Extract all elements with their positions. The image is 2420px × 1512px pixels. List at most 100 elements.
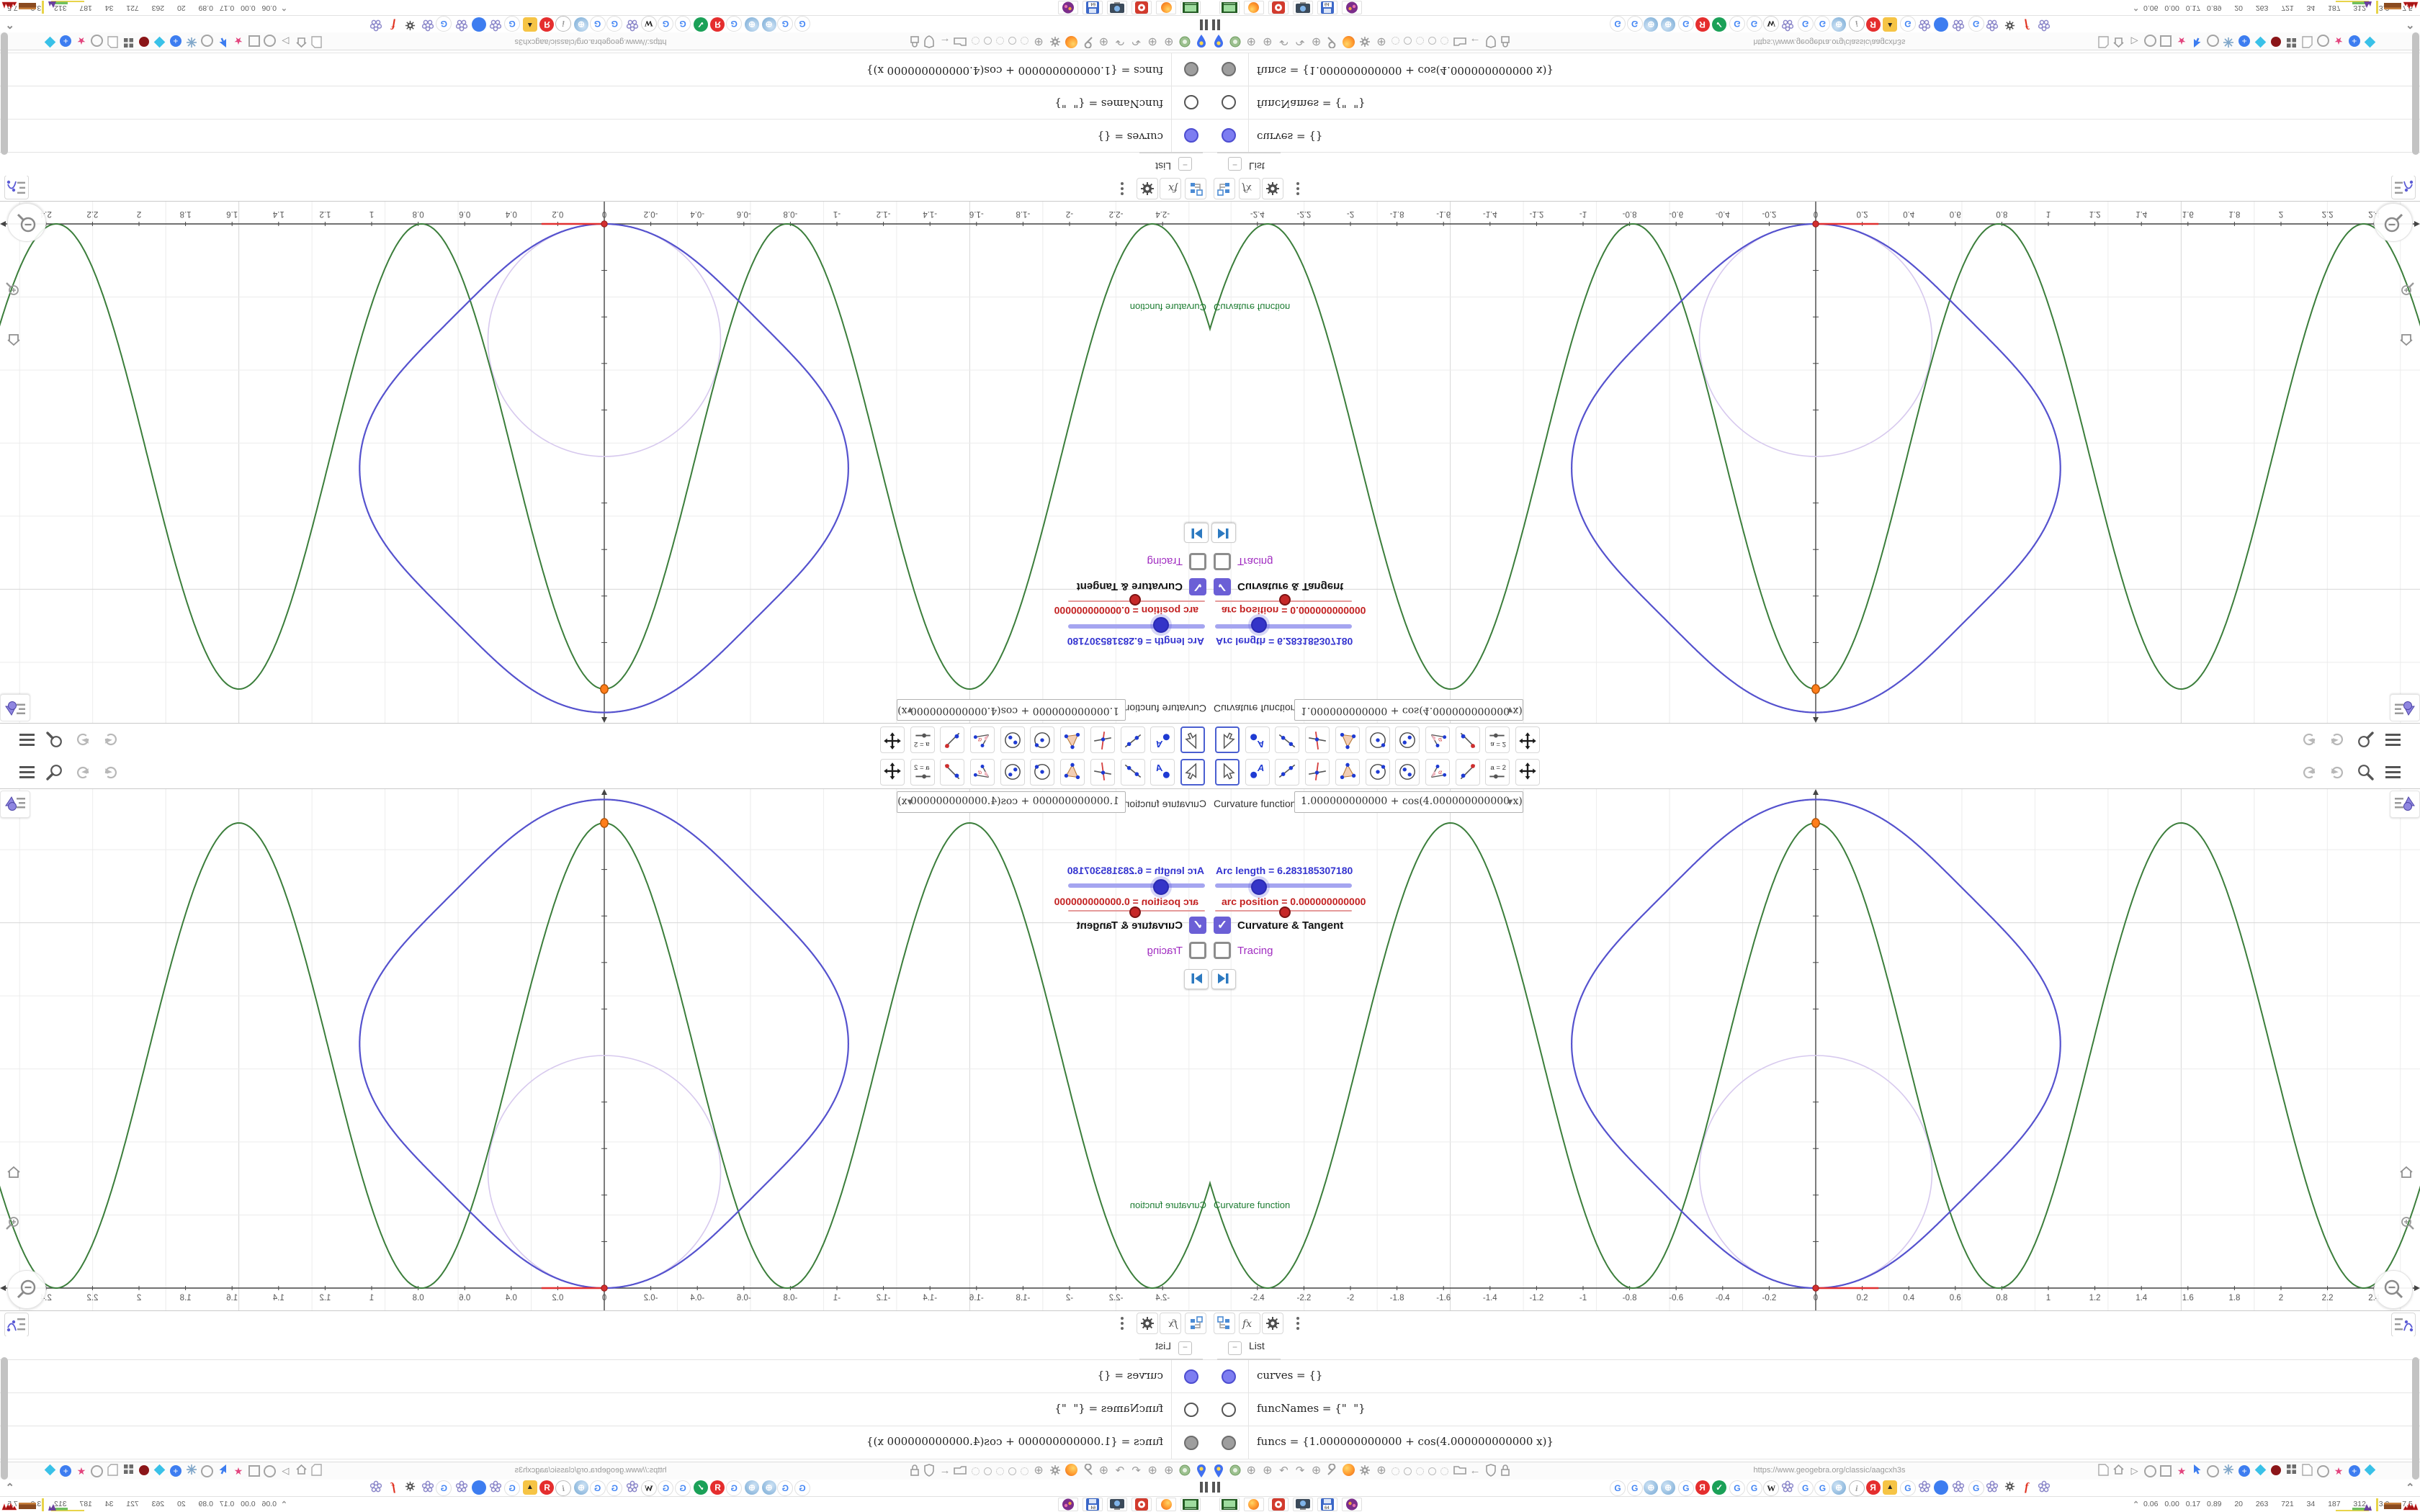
circle-center-point-tool[interactable] — [1030, 759, 1055, 786]
globe-icon[interactable]: ⊕ — [1145, 34, 1160, 48]
home-button[interactable] — [6, 1165, 22, 1183]
lock-icon[interactable] — [908, 34, 922, 48]
zoom-out-button[interactable] — [7, 203, 46, 242]
pin-icon[interactable] — [1194, 34, 1209, 48]
yandex-favicon[interactable]: Я — [710, 17, 725, 32]
zoom-out-button[interactable] — [7, 1270, 46, 1309]
globe-icon[interactable]: ⊕ — [1244, 1464, 1258, 1478]
firefoxf-favicon[interactable]: f — [386, 17, 400, 32]
search-button[interactable] — [43, 729, 65, 750]
green-favicon[interactable]: ✓ — [693, 17, 708, 32]
algebra-settings-button[interactable] — [1137, 1313, 1158, 1334]
tracing-checkbox[interactable] — [1214, 942, 1231, 959]
lock-icon[interactable] — [908, 1464, 922, 1478]
collapse-list-button[interactable]: − — [1178, 1341, 1192, 1355]
info-favicon[interactable]: i — [1848, 16, 1865, 32]
firefox-icon[interactable] — [1342, 34, 1356, 48]
pin-icon[interactable] — [1194, 1464, 1209, 1478]
back-arrow-icon[interactable]: ← — [1468, 1464, 1482, 1478]
yandex-favicon[interactable]: Я — [1865, 17, 1881, 32]
globe-icon[interactable]: ⊕ — [1309, 34, 1324, 48]
graphics-view[interactable]: -2.4 -2.2 -2 -1.8 -1.6 -1.4 -1.2 -1 -0.8 -0.6 -0.4… — [0, 789, 1210, 1455]
yandex-favicon[interactable]: Я — [710, 1480, 725, 1495]
gear-icon[interactable] — [1048, 34, 1062, 48]
angle-tool[interactable]: α — [1425, 726, 1450, 753]
tab-circle-icon[interactable] — [1404, 1467, 1412, 1475]
arc-right-icon[interactable]: ↷ — [1113, 1464, 1127, 1478]
square-icon[interactable] — [247, 34, 261, 48]
mountain-favicon[interactable]: ▲ — [522, 17, 537, 32]
folder-icon[interactable] — [1453, 34, 1467, 48]
line-through-points-tool[interactable] — [940, 726, 965, 753]
move-graphics-view-tool[interactable] — [880, 726, 905, 753]
line-tool[interactable] — [1275, 726, 1300, 753]
square-icon[interactable] — [2159, 1464, 2173, 1478]
chevron-down-icon[interactable]: ▼ — [905, 705, 915, 716]
circle-center-point-tool[interactable] — [1365, 759, 1390, 786]
pointer-icon[interactable] — [2190, 1464, 2205, 1478]
tab-circle-icon[interactable] — [984, 37, 992, 45]
diamond-icon[interactable] — [153, 34, 167, 48]
gear-favicon[interactable] — [2002, 1480, 2017, 1495]
wiki-favicon[interactable]: W — [1763, 1480, 1780, 1496]
wiki-favicon[interactable]: W — [640, 16, 657, 32]
arc-position-slider-knob[interactable] — [1129, 906, 1141, 918]
redo-button[interactable] — [2327, 762, 2349, 783]
globe-icon[interactable]: ⊕ — [1031, 1464, 1046, 1478]
arc-length-slider-knob[interactable] — [1250, 879, 1267, 895]
flower-favicon[interactable] — [369, 1480, 384, 1495]
page-icon[interactable] — [106, 1464, 120, 1478]
tab-circle-icon[interactable] — [1008, 1467, 1016, 1475]
google-favicon[interactable]: G — [675, 1480, 691, 1496]
algebra-settings-button[interactable] — [1262, 178, 1283, 199]
tab-circle-icon[interactable] — [984, 1467, 992, 1475]
tab-circle-icon[interactable] — [1392, 37, 1399, 45]
arc-position-slider-knob[interactable] — [1279, 906, 1291, 918]
sphere-favicon[interactable]: ⊕ — [744, 17, 759, 32]
info-favicon[interactable]: i — [555, 1480, 572, 1496]
gear-favicon[interactable] — [2002, 17, 2017, 32]
flower-favicon[interactable] — [1985, 1480, 1999, 1495]
page-icon[interactable] — [2096, 34, 2110, 48]
tab-circle-icon[interactable] — [1021, 1467, 1028, 1475]
url-text[interactable]: https://www.geogebra.org/classic/aagcxh3… — [1671, 37, 1988, 46]
lock-icon[interactable] — [1498, 1464, 1512, 1478]
zoom-in-button[interactable] — [2400, 277, 2416, 297]
arc-right-icon[interactable]: ↷ — [1293, 1464, 1307, 1478]
arc-left-icon[interactable]: ↶ — [1129, 34, 1144, 48]
sphere-favicon[interactable]: ⊕ — [1644, 1480, 1659, 1495]
google-favicon[interactable]: G — [1746, 1480, 1762, 1496]
display-icon[interactable] — [1293, 1498, 1313, 1511]
terminal-green-icon[interactable] — [1219, 1, 1240, 14]
chevron-down-icon[interactable]: ▼ — [1505, 796, 1515, 807]
wrench-icon[interactable] — [1325, 34, 1340, 49]
arc-right-icon[interactable]: ↷ — [1293, 34, 1307, 48]
globe-icon[interactable]: ⊕ — [1145, 1464, 1160, 1478]
polygon-tool[interactable] — [1060, 759, 1085, 786]
tab-circle-icon[interactable] — [1428, 1467, 1436, 1475]
slider-tool[interactable]: a = 2 — [910, 759, 935, 786]
search-button[interactable] — [2355, 729, 2377, 750]
firefox-icon[interactable] — [1244, 1, 1264, 14]
star-icon[interactable]: ★ — [231, 34, 246, 48]
sphere-favicon[interactable]: ⊕ — [573, 17, 588, 32]
display-icon[interactable] — [1107, 1, 1127, 14]
page-icon[interactable] — [310, 1464, 324, 1478]
tab-circle-icon[interactable] — [1392, 1467, 1399, 1475]
shield-icon[interactable] — [922, 1464, 936, 1478]
move-tool[interactable] — [1215, 759, 1240, 786]
search-button[interactable] — [2355, 762, 2377, 783]
algebra-settings-button[interactable] — [1262, 1313, 1283, 1334]
circle-center-point-tool[interactable] — [1030, 726, 1055, 753]
home-button[interactable] — [2398, 1165, 2414, 1183]
page-scrollbar-thumb[interactable] — [1, 1357, 8, 1480]
page-icon[interactable] — [310, 34, 324, 48]
zoom-in-button[interactable] — [4, 277, 20, 297]
record-icon[interactable] — [2269, 1464, 2283, 1478]
play-icon[interactable]: ▷ — [278, 1464, 292, 1478]
arc-length-slider-knob[interactable] — [1153, 617, 1170, 633]
algebra-view-style-button[interactable] — [4, 1313, 29, 1337]
flower-favicon[interactable] — [2037, 17, 2051, 32]
zoom-in-button[interactable] — [2400, 1215, 2416, 1235]
sphere-favicon[interactable]: ⊕ — [1644, 17, 1659, 32]
